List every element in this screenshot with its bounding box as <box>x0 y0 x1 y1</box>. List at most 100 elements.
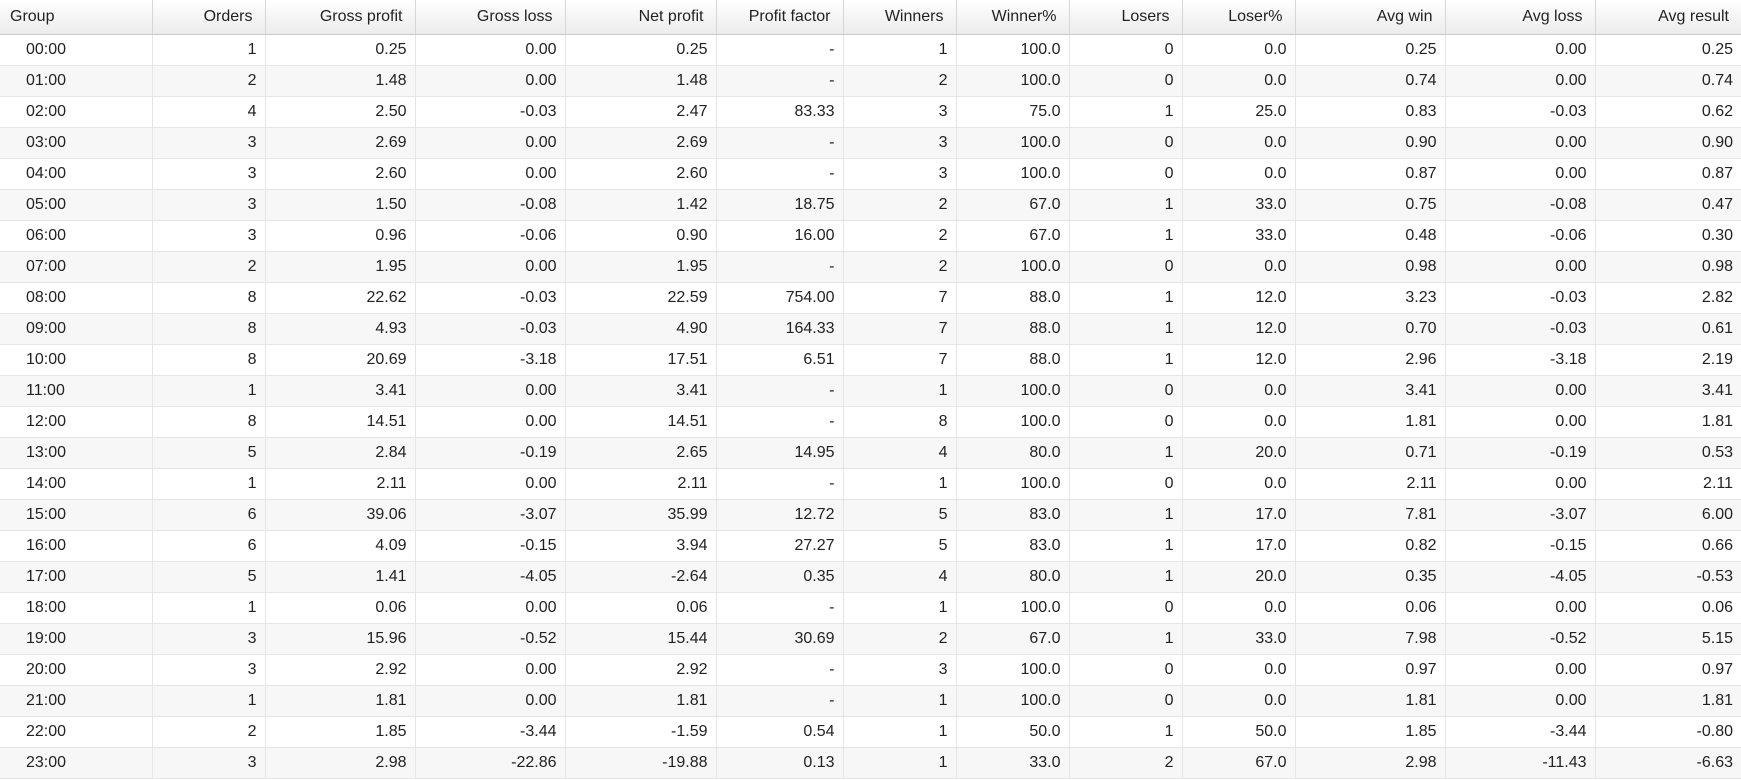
cell-loser-pct: 0.0 <box>1182 251 1296 283</box>
cell-group: 16:00 <box>0 530 153 562</box>
cell-loser-pct: 17.0 <box>1182 499 1296 531</box>
cell-avg-win: 2.11 <box>1295 468 1446 500</box>
cell-group: 23:00 <box>0 747 153 779</box>
cell-profit-factor: 27.27 <box>716 530 844 562</box>
cell-winners: 2 <box>843 189 957 221</box>
table-row[interactable]: 23:00 3 2.98 -22.86 -19.88 0.13 1 33.0 2 67.0 2.98… <box>0 747 1741 779</box>
cell-orders: 2 <box>152 251 266 283</box>
table-row[interactable]: 15:00 6 39.06 -3.07 35.99 12.72 5 83.0 1 17.0 7.81… <box>0 499 1741 531</box>
cell-orders: 1 <box>152 468 266 500</box>
cell-group: 02:00 <box>0 96 153 128</box>
cell-gross-loss: 0.00 <box>415 375 566 407</box>
cell-group: 13:00 <box>0 437 153 469</box>
cell-winners: 1 <box>843 34 957 66</box>
cell-loser-pct: 0.0 <box>1182 406 1296 438</box>
cell-avg-loss: -0.03 <box>1445 313 1596 345</box>
column-header-net-profit[interactable]: Net profit <box>565 0 717 35</box>
column-header-losers[interactable]: Losers <box>1069 0 1183 35</box>
table-row[interactable]: 04:00 3 2.60 0.00 2.60-3 100.0 0 0.0 0.87 0.00 0.8… <box>0 158 1741 190</box>
cell-net-profit: 2.47 <box>565 96 717 128</box>
cell-winners: 2 <box>843 220 957 252</box>
cell-gross-loss: -3.18 <box>415 344 566 376</box>
table-row[interactable]: 07:00 2 1.95 0.00 1.95-2 100.0 0 0.0 0.98 0.00 0.9… <box>0 251 1741 283</box>
table-row[interactable]: 12:00 8 14.51 0.00 14.51-8 100.0 0 0.0 1.81 0.00 1… <box>0 406 1741 438</box>
cell-losers: 0 <box>1069 251 1183 283</box>
column-header-gross-profit[interactable]: Gross profit <box>265 0 416 35</box>
cell-avg-result: -6.63 <box>1595 747 1741 779</box>
column-header-group[interactable]: Group <box>0 0 153 35</box>
column-header-orders[interactable]: Orders <box>152 0 266 35</box>
cell-loser-pct: 25.0 <box>1182 96 1296 128</box>
cell-avg-loss: -0.52 <box>1445 623 1596 655</box>
cell-gross-profit: 1.81 <box>265 685 416 717</box>
column-header-winners[interactable]: Winners <box>843 0 957 35</box>
cell-profit-factor: - <box>716 406 844 438</box>
table-row[interactable]: 09:00 8 4.93 -0.03 4.90 164.33 7 88.0 1 12.0 0.70-… <box>0 313 1741 345</box>
cell-net-profit: -1.59 <box>565 716 717 748</box>
cell-group: 22:00 <box>0 716 153 748</box>
table-row[interactable]: 18:00 1 0.06 0.00 0.06-1 100.0 0 0.0 0.06 0.00 0.0… <box>0 592 1741 624</box>
cell-group: 14:00 <box>0 468 153 500</box>
cell-profit-factor: 83.33 <box>716 96 844 128</box>
table-row[interactable]: 05:00 3 1.50 -0.08 1.42 18.75 2 67.0 1 33.0 0.75 -0… <box>0 189 1741 221</box>
table-row[interactable]: 22:00 2 1.85 -3.44 -1.59 0.54 1 50.0 1 50.0 1.85 -3… <box>0 716 1741 748</box>
cell-losers: 1 <box>1069 96 1183 128</box>
cell-loser-pct: 0.0 <box>1182 34 1296 66</box>
cell-loser-pct: 67.0 <box>1182 747 1296 779</box>
cell-avg-result: 2.19 <box>1595 344 1741 376</box>
cell-gross-profit: 4.93 <box>265 313 416 345</box>
cell-profit-factor: 16.00 <box>716 220 844 252</box>
table-row[interactable]: 21:00 1 1.81 0.00 1.81-1 100.0 0 0.0 1.81 0.00 1.8… <box>0 685 1741 717</box>
table-row[interactable]: 16:00 6 4.09 -0.15 3.94 27.27 5 83.0 1 17.0 0.82 -0… <box>0 530 1741 562</box>
cell-orders: 5 <box>152 561 266 593</box>
cell-losers: 1 <box>1069 220 1183 252</box>
table-row[interactable]: 06:00 3 0.96 -0.06 0.90 16.00 2 67.0 1 33.0 0.48 -0… <box>0 220 1741 252</box>
cell-profit-factor: 754.00 <box>716 282 844 314</box>
table-row[interactable]: 02:00 4 2.50 -0.03 2.47 83.33 3 75.0 1 25.0 0.83 -0… <box>0 96 1741 128</box>
table-row[interactable]: 01:00 2 1.48 0.00 1.48-2 100.0 0 0.0 0.74 0.00 0.7… <box>0 65 1741 97</box>
cell-winners: 1 <box>843 747 957 779</box>
cell-group: 10:00 <box>0 344 153 376</box>
cell-avg-loss: 0.00 <box>1445 251 1596 283</box>
cell-group: 19:00 <box>0 623 153 655</box>
cell-net-profit: 1.81 <box>565 685 717 717</box>
table-row[interactable]: 19:00 3 15.96 -0.52 15.44 30.69 2 67.0 1 33.0 7.98… <box>0 623 1741 655</box>
table-row[interactable]: 14:00 1 2.11 0.00 2.11-1 100.0 0 0.0 2.11 0.00 2.1… <box>0 468 1741 500</box>
cell-avg-win: 0.25 <box>1295 34 1446 66</box>
cell-gross-loss: 0.00 <box>415 65 566 97</box>
cell-losers: 1 <box>1069 530 1183 562</box>
column-header-loser-pct[interactable]: Loser% <box>1182 0 1296 35</box>
cell-avg-result: 2.82 <box>1595 282 1741 314</box>
column-header-profit-factor[interactable]: Profit factor <box>716 0 844 35</box>
cell-group: 06:00 <box>0 220 153 252</box>
table-body: 00:00 1 0.25 0.00 0.25-1 100.0 0 0.0 0.25 0.00 0.2… <box>0 34 1741 779</box>
column-header-winner-pct[interactable]: Winner% <box>956 0 1070 35</box>
table-row[interactable]: 08:00 8 22.62 -0.03 22.59 754.00 7 88.0 1 12.0 3.2… <box>0 282 1741 314</box>
table-row[interactable]: 13:00 5 2.84 -0.19 2.65 14.95 4 80.0 1 20.0 0.71 -0… <box>0 437 1741 469</box>
table-row[interactable]: 00:00 1 0.25 0.00 0.25-1 100.0 0 0.0 0.25 0.00 0.2… <box>0 34 1741 66</box>
cell-profit-factor: - <box>716 468 844 500</box>
column-header-avg-win[interactable]: Avg win <box>1295 0 1446 35</box>
cell-loser-pct: 50.0 <box>1182 716 1296 748</box>
cell-winner-pct: 100.0 <box>956 34 1070 66</box>
cell-orders: 1 <box>152 592 266 624</box>
column-header-avg-loss[interactable]: Avg loss <box>1445 0 1596 35</box>
table-row[interactable]: 20:00 3 2.92 0.00 2.92-3 100.0 0 0.0 0.97 0.00 0.9… <box>0 654 1741 686</box>
table-row[interactable]: 11:00 1 3.41 0.00 3.41-1 100.0 0 0.0 3.41 0.00 3.4… <box>0 375 1741 407</box>
cell-winners: 1 <box>843 468 957 500</box>
cell-avg-win: 3.41 <box>1295 375 1446 407</box>
cell-loser-pct: 0.0 <box>1182 127 1296 159</box>
table-row[interactable]: 03:00 3 2.69 0.00 2.69-3 100.0 0 0.0 0.90 0.00 0.9… <box>0 127 1741 159</box>
cell-profit-factor: - <box>716 158 844 190</box>
column-header-avg-result[interactable]: Avg result <box>1595 0 1741 35</box>
cell-net-profit: 2.60 <box>565 158 717 190</box>
cell-group: 12:00 <box>0 406 153 438</box>
cell-group: 08:00 <box>0 282 153 314</box>
cell-gross-profit: 1.95 <box>265 251 416 283</box>
cell-orders: 8 <box>152 313 266 345</box>
column-header-gross-loss[interactable]: Gross loss <box>415 0 566 35</box>
table-row[interactable]: 10:00 8 20.69 -3.18 17.51 6.51 7 88.0 1 12.0 2.96-… <box>0 344 1741 376</box>
table-row[interactable]: 17:00 5 1.41 -4.05 -2.64 0.35 4 80.0 1 20.0 0.35 -4… <box>0 561 1741 593</box>
cell-net-profit: -19.88 <box>565 747 717 779</box>
cell-winner-pct: 100.0 <box>956 158 1070 190</box>
